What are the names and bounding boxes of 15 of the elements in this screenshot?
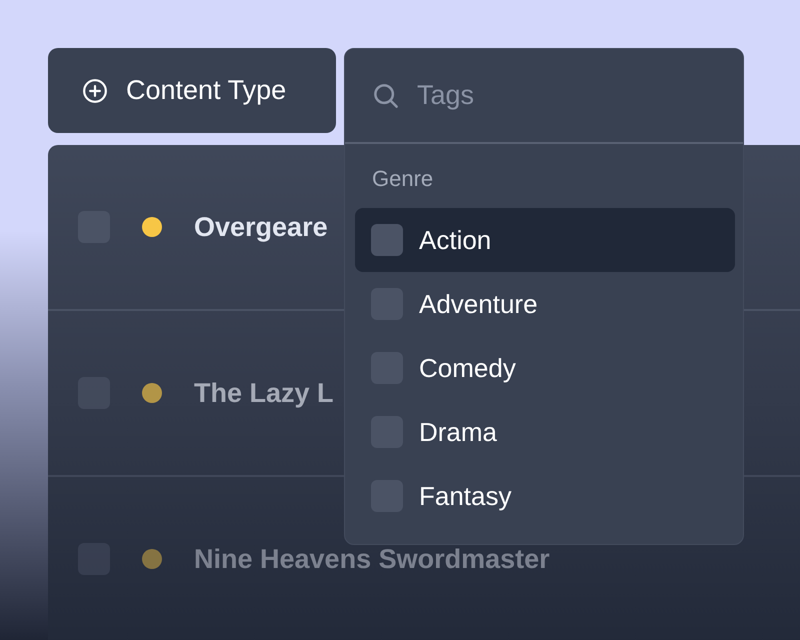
series-title: Overgeare (194, 212, 328, 242)
plus-circle-icon (82, 78, 108, 104)
content-type-button[interactable]: Content Type (48, 48, 336, 133)
status-dot (142, 549, 162, 569)
tag-option[interactable]: Fantasy (355, 464, 735, 528)
tag-option[interactable]: Comedy (355, 336, 735, 400)
tags-search-field[interactable]: Tags (415, 79, 719, 112)
series-title: The Lazy L (194, 378, 334, 408)
status-dot (142, 383, 162, 403)
tag-option[interactable]: Action (355, 208, 735, 272)
tag-option[interactable]: Drama (355, 400, 735, 464)
group-label: Genre (371, 165, 434, 193)
tag-option[interactable]: Adventure (355, 272, 735, 336)
series-title: Nine Heavens Swordmaster (194, 544, 550, 574)
status-dot (142, 217, 162, 237)
